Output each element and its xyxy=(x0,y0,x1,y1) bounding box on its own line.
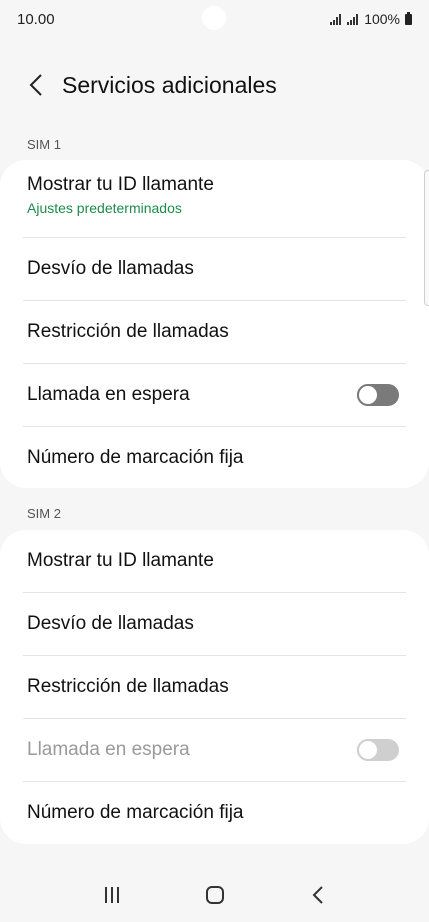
app-header: Servicios adicionales xyxy=(0,60,429,110)
sim1-barring-item[interactable]: Restricción de llamadas xyxy=(27,301,406,363)
signal-icon xyxy=(347,13,359,25)
sim2-fdn-label: Número de marcación fija xyxy=(27,802,244,823)
sim2-barring-item[interactable]: Restricción de llamadas xyxy=(27,656,406,718)
sim1-settings-card: Mostrar tu ID llamante Ajustes predeterm… xyxy=(0,160,429,488)
recents-icon xyxy=(104,887,119,903)
chevron-left-icon xyxy=(29,74,42,96)
toggle-knob xyxy=(357,384,379,406)
sim2-waiting-label: Llamada en espera xyxy=(27,739,190,760)
home-button[interactable] xyxy=(195,875,235,915)
sim1-waiting-toggle[interactable] xyxy=(357,384,399,406)
sim2-caller-id-label: Mostrar tu ID llamante xyxy=(27,550,214,571)
sim2-caller-id-item[interactable]: Mostrar tu ID llamante xyxy=(27,530,406,592)
sim1-forwarding-label: Desvío de llamadas xyxy=(27,258,194,279)
status-indicators: 100% xyxy=(330,11,412,27)
scroll-indicator[interactable] xyxy=(424,170,429,306)
recents-button[interactable] xyxy=(92,875,132,915)
sim1-caller-id-item[interactable]: Mostrar tu ID llamante Ajustes predeterm… xyxy=(27,174,406,228)
sim2-waiting-toggle xyxy=(357,739,399,761)
sim2-forwarding-item[interactable]: Desvío de llamadas xyxy=(27,593,406,655)
nav-back-icon xyxy=(312,886,323,904)
sim1-barring-label: Restricción de llamadas xyxy=(27,321,229,342)
sim2-fdn-item[interactable]: Número de marcación fija xyxy=(27,782,406,844)
back-button[interactable] xyxy=(16,65,56,105)
sim2-waiting-item: Llamada en espera xyxy=(27,719,406,781)
sim1-waiting-label: Llamada en espera xyxy=(27,384,190,405)
battery-percent: 100% xyxy=(364,11,400,27)
camera-cutout xyxy=(202,6,226,30)
sim1-fdn-item[interactable]: Número de marcación fija xyxy=(27,427,406,489)
page-title: Servicios adicionales xyxy=(62,71,277,98)
battery-icon xyxy=(405,11,412,25)
sim1-caller-id-label: Mostrar tu ID llamante xyxy=(27,174,214,195)
home-icon xyxy=(205,886,224,904)
navigation-bar xyxy=(0,868,429,922)
sim2-section-label: SIM 2 xyxy=(27,506,61,521)
status-time: 10.00 xyxy=(17,10,55,28)
sim1-forwarding-item[interactable]: Desvío de llamadas xyxy=(27,238,406,300)
sim1-fdn-label: Número de marcación fija xyxy=(27,447,244,468)
sim1-caller-id-sublabel: Ajustes predeterminados xyxy=(27,200,182,216)
sim1-section-label: SIM 1 xyxy=(27,137,61,152)
signal-icon xyxy=(330,13,342,25)
nav-back-button[interactable] xyxy=(298,875,338,915)
sim2-barring-label: Restricción de llamadas xyxy=(27,676,229,697)
sim1-waiting-item[interactable]: Llamada en espera xyxy=(27,364,406,426)
sim2-settings-card: Mostrar tu ID llamante Desvío de llamada… xyxy=(0,530,429,844)
sim2-forwarding-label: Desvío de llamadas xyxy=(27,613,194,634)
toggle-knob xyxy=(357,739,379,761)
